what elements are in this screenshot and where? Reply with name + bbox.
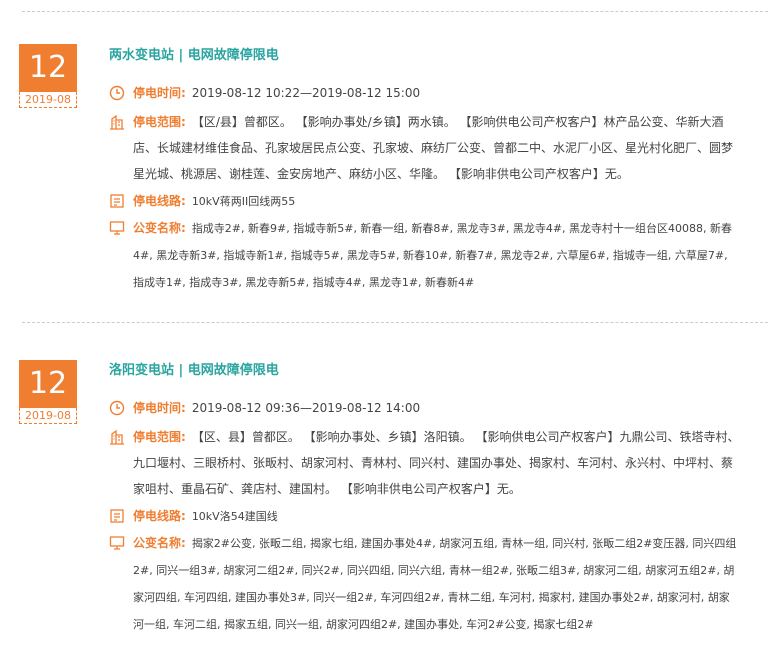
building-icon [110, 114, 124, 130]
clock-icon [109, 85, 125, 101]
line-value: 10kV蒋两II回线两55 [191, 195, 296, 208]
time-value: 2019-08-12 09:36—2019-08-12 14:00 [191, 401, 421, 415]
station-label: 公变名称: [133, 221, 186, 235]
building-icon [110, 429, 124, 445]
clock-icon [109, 400, 125, 416]
notice-title-link[interactable]: 两水变电站 | 电网故障停限电 [109, 47, 279, 65]
outage-time-row: 停电时间: 2019-08-12 10:22—2019-08-12 15:00 [109, 80, 740, 106]
line-value: 10kV洛54建国线 [191, 510, 278, 523]
line-label: 停电线路: [133, 509, 186, 523]
date-badge: 12 2019-08 [19, 360, 77, 424]
transformer-row: 公变名称: 揭家2#公变, 张畈二组, 揭家七组, 建国办事处4#, 胡家河五组,… [109, 530, 740, 638]
scope-value: 【区/县】曾都区。 【影响办事处/乡镇】两水镇。 【影响供电公司产权客户】林产品… [133, 115, 734, 181]
date-day: 12 [19, 360, 77, 408]
document-icon [110, 509, 124, 523]
notice-divider [22, 322, 768, 323]
date-month: 2019-08 [19, 92, 77, 108]
time-value: 2019-08-12 10:22—2019-08-12 15:00 [191, 86, 421, 100]
outage-line-row: 停电线路: 10kV洛54建国线 [109, 503, 740, 530]
time-label: 停电时间: [133, 401, 186, 415]
scope-value: 【区、县】曾都区。 【影响办事处、乡镇】洛阳镇。 【影响供电公司产权客户】九鼎公… [133, 430, 740, 496]
scope-label: 停电范围: [133, 115, 186, 129]
outage-scope-row: 停电范围: 【区/县】曾都区。 【影响办事处/乡镇】两水镇。 【影响供电公司产权客… [109, 109, 740, 187]
monitor-icon [109, 536, 125, 550]
monitor-icon [109, 221, 125, 235]
date-day: 12 [19, 44, 77, 92]
line-label: 停电线路: [133, 194, 186, 208]
station-value: 揭家2#公变, 张畈二组, 揭家七组, 建国办事处4#, 胡家河五组, 青林一组… [133, 537, 737, 631]
time-label: 停电时间: [133, 86, 186, 100]
transformer-row: 公变名称: 指成寺2#, 新春9#, 指城寺新5#, 新春一组, 新春8#, 黑龙… [109, 215, 740, 296]
outage-scope-row: 停电范围: 【区、县】曾都区。 【影响办事处、乡镇】洛阳镇。 【影响供电公司产权客… [109, 424, 740, 502]
top-divider [22, 11, 768, 12]
station-value: 指成寺2#, 新春9#, 指城寺新5#, 新春一组, 新春8#, 黑龙寺3#, … [133, 222, 733, 289]
outage-time-row: 停电时间: 2019-08-12 09:36—2019-08-12 14:00 [109, 395, 740, 421]
station-label: 公变名称: [133, 536, 186, 550]
date-badge: 12 2019-08 [19, 44, 77, 108]
notice-title-link[interactable]: 洛阳变电站 | 电网故障停限电 [109, 362, 279, 380]
outage-line-row: 停电线路: 10kV蒋两II回线两55 [109, 188, 740, 215]
scope-label: 停电范围: [133, 430, 186, 444]
document-icon [110, 194, 124, 208]
date-month: 2019-08 [19, 408, 77, 424]
